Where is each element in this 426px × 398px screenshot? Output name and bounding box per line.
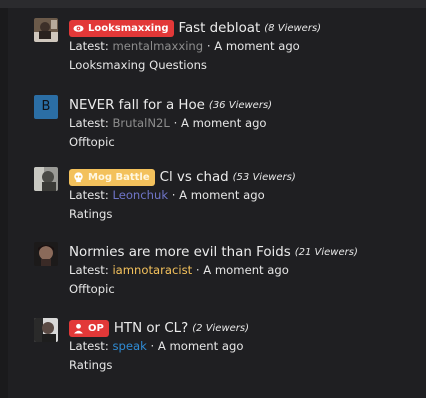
- latest-post-row: Latest: mentalmaxxing · A moment ago: [69, 39, 300, 55]
- latest-username[interactable]: mentalmaxxing: [112, 39, 203, 53]
- viewer-count: (2 Viewers): [192, 322, 250, 334]
- viewer-count: (21 Viewers): [294, 246, 358, 258]
- viewer-count: (53 Viewers): [232, 171, 296, 183]
- post-time[interactable]: A moment ago: [179, 188, 265, 202]
- thread-title-row: NEVER fall for a Hoe (36 Viewers): [69, 95, 272, 115]
- latest-post-row: Latest: speak · A moment ago: [69, 339, 243, 355]
- avatar[interactable]: [34, 242, 58, 266]
- latest-label: Latest:: [69, 339, 109, 353]
- latest-username[interactable]: Leonchuk: [112, 188, 168, 202]
- forum-link[interactable]: Offtopic: [69, 135, 115, 151]
- forum-link[interactable]: Ratings: [69, 207, 112, 223]
- prefix-badge[interactable]: Looksmaxxing: [69, 19, 174, 37]
- thread-list-panel: Looksmaxxing Fast debloat (8 Viewers) La…: [8, 8, 426, 398]
- badge-label: Looksmaxxing: [88, 22, 169, 34]
- separator-dot: ·: [195, 263, 200, 277]
- avatar-letter: B: [34, 95, 58, 119]
- avatar[interactable]: [34, 167, 58, 191]
- thread-title-row: Looksmaxxing Fast debloat (8 Viewers): [69, 18, 321, 38]
- post-time[interactable]: A moment ago: [214, 39, 300, 53]
- left-strip: [0, 8, 8, 398]
- avatar[interactable]: [34, 18, 58, 42]
- eye-icon: [73, 23, 84, 34]
- separator-dot: ·: [173, 116, 178, 130]
- thread-title[interactable]: Cl vs chad: [160, 170, 229, 185]
- thread-title[interactable]: HTN or CL?: [114, 321, 188, 336]
- prefix-badge[interactable]: Mog Battle: [69, 168, 155, 186]
- thread-item: Normies are more evil than Foids (21 Vie…: [34, 242, 426, 306]
- thread-item: B NEVER fall for a Hoe (36 Viewers) Late…: [34, 95, 426, 159]
- thread-title-row: OP HTN or CL? (2 Viewers): [69, 318, 249, 338]
- user-icon: [73, 323, 84, 334]
- latest-username[interactable]: speak: [112, 339, 146, 353]
- latest-username[interactable]: iamnotaracist: [112, 263, 192, 277]
- latest-label: Latest:: [69, 188, 109, 202]
- thread-title-row: Mog Battle Cl vs chad (53 Viewers): [69, 167, 296, 187]
- latest-post-row: Latest: iamnotaracist · A moment ago: [69, 263, 289, 279]
- thread-item: Mog Battle Cl vs chad (53 Viewers) Lates…: [34, 167, 426, 231]
- forum-link[interactable]: Ratings: [69, 358, 112, 374]
- thread-title-row: Normies are more evil than Foids (21 Vie…: [69, 242, 358, 262]
- thread-title[interactable]: Fast debloat: [179, 21, 261, 36]
- avatar[interactable]: B: [34, 95, 58, 119]
- latest-label: Latest:: [69, 263, 109, 277]
- post-time[interactable]: A moment ago: [158, 339, 244, 353]
- separator-dot: ·: [206, 39, 211, 53]
- latest-label: Latest:: [69, 116, 109, 130]
- separator-dot: ·: [150, 339, 155, 353]
- skull-icon: [73, 171, 84, 183]
- latest-username[interactable]: BrutalN2L: [112, 116, 169, 130]
- thread-title[interactable]: Normies are more evil than Foids: [69, 245, 291, 260]
- avatar[interactable]: [34, 318, 58, 342]
- forum-link[interactable]: Looksmaxing Questions: [69, 58, 207, 74]
- post-time[interactable]: A moment ago: [203, 263, 289, 277]
- badge-label: OP: [88, 322, 104, 334]
- thread-title[interactable]: NEVER fall for a Hoe: [69, 98, 205, 113]
- badge-label: Mog Battle: [88, 171, 150, 183]
- top-bar: [0, 0, 426, 8]
- forum-link[interactable]: Offtopic: [69, 282, 115, 298]
- viewer-count: (8 Viewers): [264, 22, 322, 34]
- thread-item: Looksmaxxing Fast debloat (8 Viewers) La…: [34, 18, 426, 82]
- prefix-badge[interactable]: OP: [69, 319, 109, 337]
- post-time[interactable]: A moment ago: [181, 116, 267, 130]
- latest-label: Latest:: [69, 39, 109, 53]
- separator-dot: ·: [171, 188, 176, 202]
- viewer-count: (36 Viewers): [208, 99, 273, 111]
- latest-post-row: Latest: Leonchuk · A moment ago: [69, 188, 265, 204]
- thread-item: OP HTN or CL? (2 Viewers) Latest: speak …: [34, 318, 426, 382]
- latest-post-row: Latest: BrutalN2L · A moment ago: [69, 116, 267, 132]
